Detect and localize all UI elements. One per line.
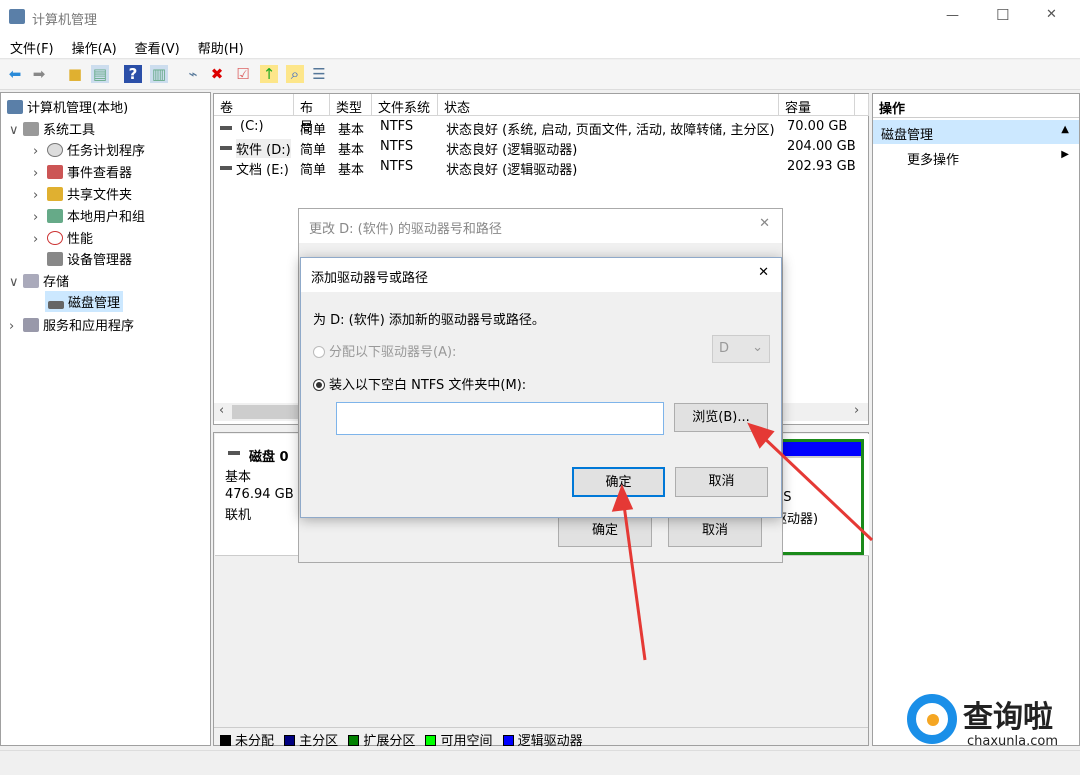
watermark-url: chaxunla.com (967, 734, 1058, 749)
watermark-name: 查询啦 (963, 700, 1053, 735)
annotation-arrows (611, 422, 874, 661)
watermark-logo: 查询啦 chaxunla.com (905, 690, 1077, 752)
arrow-to-ok (611, 484, 647, 661)
watermark-dot (927, 714, 939, 726)
arrow-to-browse (747, 422, 874, 542)
